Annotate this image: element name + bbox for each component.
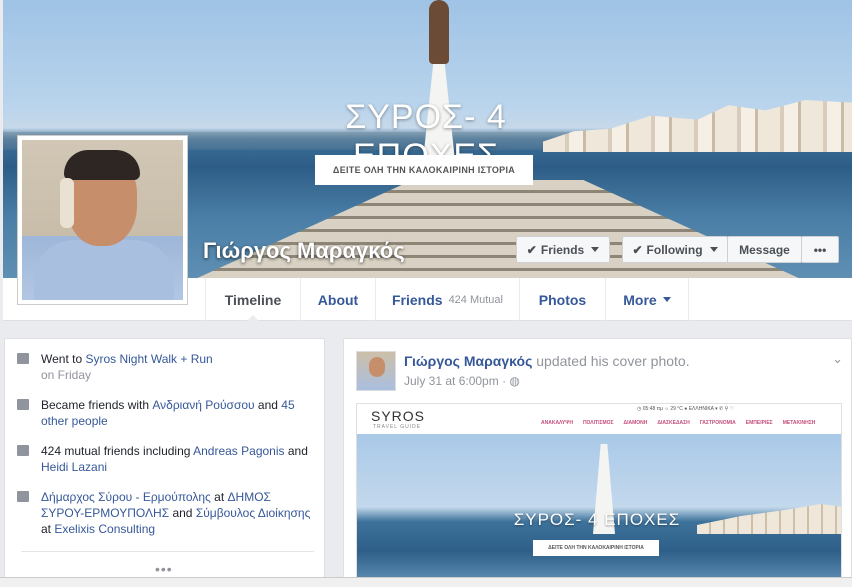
see-more-button[interactable]: ••• — [155, 561, 173, 577]
briefcase-icon — [17, 491, 29, 502]
intro-card: Went to Syros Night Walk + Run on Friday… — [4, 338, 325, 578]
profile-picture[interactable] — [17, 135, 188, 305]
tab-about[interactable]: About — [300, 278, 375, 321]
site-hero-title: ΣΥΡΟΣ- 4 ΕΠΟΧΕΣ — [513, 510, 681, 529]
work-link[interactable]: Σύμβουλος Διοίκησης — [196, 506, 311, 520]
intro-row-mutual: 424 mutual friends including Andreas Pag… — [17, 443, 317, 475]
cover-story-button[interactable]: ΔΕΙΤΕ ΟΛΗ ΤΗΝ ΚΑΛΟΚΑΙΡΙΝΗ ΙΣΤΟΡΙΑ — [315, 155, 533, 185]
intro-text: 424 mutual friends including — [41, 444, 194, 458]
post-author-link[interactable]: Γιώργος Μαραγκός — [404, 353, 532, 369]
tab-photos[interactable]: Photos — [519, 278, 605, 321]
syros-logo-sub: TRAVEL GUIDE — [373, 424, 422, 430]
friends-button-label: Friends — [540, 242, 585, 257]
mutual-count: 424 Mutual — [448, 293, 503, 306]
event-link[interactable]: Syros Night Walk + Run — [85, 352, 212, 366]
post-action-text: updated his cover photo. — [532, 353, 690, 369]
intro-text: and — [284, 444, 308, 458]
intro-text: and — [169, 506, 196, 520]
following-button[interactable]: ✔ Following — [622, 236, 728, 263]
site-menu: ΑΝΑΚΑΛΥΨΗ ΠΟΛΙΤΙΣΜΟΣ ΔΙΑΜΟΝΗ ΔΙΑΣΚΕΔΑΣΗ … — [541, 420, 815, 426]
post-card: Γιώργος Μαραγκός updated his cover photo… — [343, 338, 852, 583]
intro-text: Became friends with — [41, 398, 153, 412]
calendar-icon — [17, 353, 29, 364]
caret-down-icon — [591, 247, 600, 252]
window-bottom-strip — [0, 577, 852, 587]
divider — [21, 551, 314, 552]
friend-link[interactable]: Ανδριανή Ρούσσου — [152, 398, 254, 412]
friend-link[interactable]: Heidi Lazani — [41, 460, 107, 474]
post-cover-image[interactable]: SYROS TRAVEL GUIDE ◷ 05:48 πμ ☼ 29 °C ● … — [356, 403, 842, 579]
site-toolbar: ◷ 05:48 πμ ☼ 29 °C ● ΕΛΛΗΝΙΚΑ ▾ ✆ ⚲ ♡ — [637, 406, 735, 412]
following-button-label: Following — [646, 242, 703, 257]
tab-timeline-label: Timeline — [224, 291, 282, 308]
site-menu-item: ΓΑΣΤΡΟΝΟΜΙΑ — [699, 420, 736, 426]
site-hero-button: ΔΕΙΤΕ ΟΛΗ ΤΗΝ ΚΑΛΟΚΑΙΡΙΝΗ ΙΣΤΟΡΙΑ — [533, 540, 659, 556]
friends-button[interactable]: ✔ Friends — [516, 236, 610, 263]
intro-text: at — [210, 490, 228, 504]
post-header: Γιώργος Μαραγκός updated his cover photo… — [404, 353, 690, 369]
tab-friends-label: Friends — [391, 291, 443, 308]
intro-text: at — [41, 522, 55, 536]
intro-row-checkin: Went to Syros Night Walk + Run on Friday — [17, 351, 317, 383]
tab-photos-label: Photos — [538, 291, 587, 308]
avatar[interactable] — [356, 351, 396, 391]
intro-subtext: on Friday — [41, 368, 92, 382]
site-menu-item: ΑΝΑΚΑΛΥΨΗ — [541, 420, 573, 426]
post-timestamp[interactable]: July 31 at 6:00pm — [404, 374, 499, 388]
profile-photo — [22, 140, 183, 300]
globe-icon[interactable]: · ◍ — [502, 374, 520, 388]
tab-timeline[interactable]: Timeline — [205, 278, 300, 321]
work-link[interactable]: Exelixis Consulting — [54, 522, 155, 536]
more-dots-icon: ••• — [813, 242, 827, 257]
work-link[interactable]: Δήμαρχος Σύρου - Ερμούπολης — [41, 490, 211, 504]
intro-row-work: Δήμαρχος Σύρου - Ερμούπολης at ΔΗΜΟΣ ΣΥΡ… — [17, 489, 317, 537]
site-menu-item: ΠΟΛΙΤΙΣΜΟΣ — [582, 420, 614, 426]
tab-more-label: More — [623, 291, 657, 308]
intro-row-friends: Became friends with Ανδριανή Ρούσσου and… — [17, 397, 317, 429]
message-button-label: Message — [739, 242, 790, 257]
check-icon: ✔ — [632, 242, 643, 257]
post-meta: July 31 at 6:00pm · ◍ — [404, 374, 520, 388]
site-menu-item: ΔΙΑΜΟΝΗ — [623, 420, 648, 426]
friends-icon — [17, 445, 29, 456]
syros-logo: SYROS — [371, 408, 426, 424]
caret-down-icon — [662, 297, 671, 302]
check-icon: ✔ — [526, 242, 537, 257]
tab-more[interactable]: More — [605, 278, 689, 321]
more-actions-button[interactable]: ••• — [801, 236, 839, 263]
intro-text: Went to — [41, 352, 86, 366]
site-menu-item: ΔΙΑΣΚΕΔΑΣΗ — [657, 420, 690, 426]
friends-icon — [17, 399, 29, 410]
site-menu-item: ΜΕΤΑΚΙΝΗΣΗ — [782, 420, 816, 426]
cover-town — [543, 100, 852, 152]
caret-down-icon — [709, 247, 718, 252]
tab-about-label: About — [317, 291, 359, 308]
site-hero-image: ΣΥΡΟΣ- 4 ΕΠΟΧΕΣ ΔΕΙΤΕ ΟΛΗ ΤΗΝ ΚΑΛΟΚΑΙΡΙΝ… — [357, 434, 841, 578]
site-menu-item: ΕΜΠΕΙΡΙΕΣ — [745, 420, 773, 426]
chevron-down-icon[interactable]: ⌄ — [832, 351, 843, 367]
message-button[interactable]: Message — [727, 236, 802, 263]
tab-friends[interactable]: Friends 424 Mutual — [375, 278, 519, 321]
intro-text: and — [254, 398, 282, 412]
profile-name[interactable]: Γιώργος Μαραγκός — [203, 238, 405, 264]
friend-link[interactable]: Andreas Pagonis — [193, 444, 284, 458]
